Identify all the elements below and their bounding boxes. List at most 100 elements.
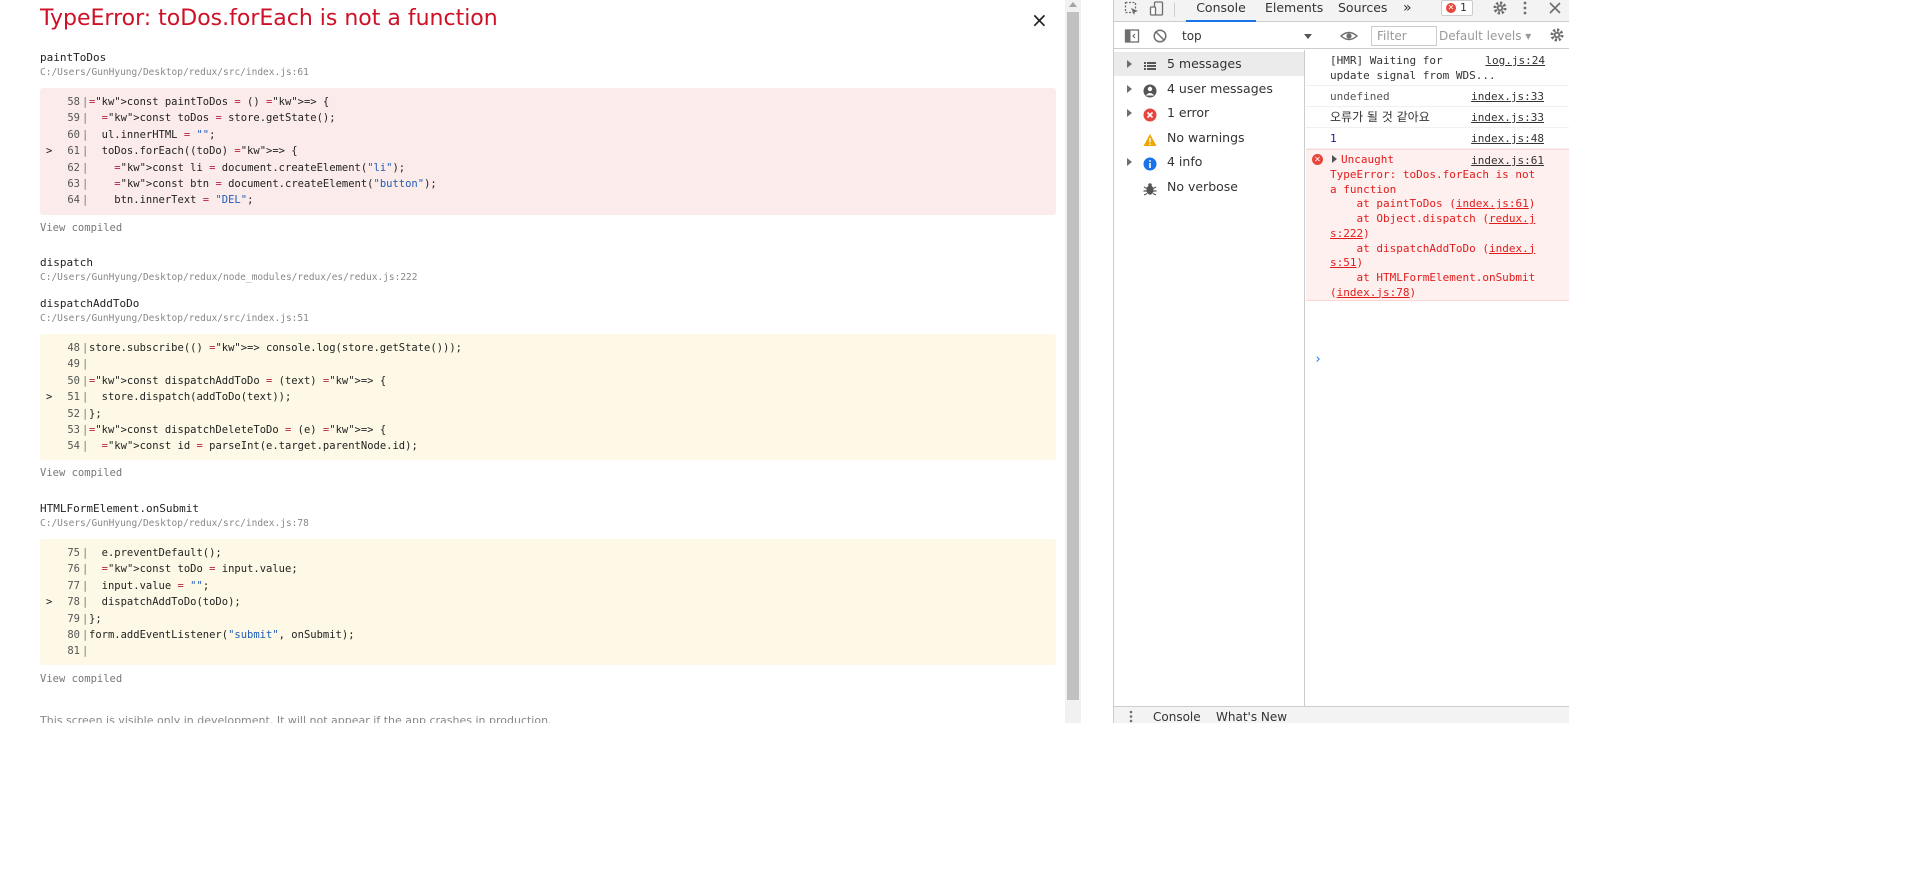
error-icon	[1143, 106, 1157, 122]
sidebar-item-user-messages[interactable]: 4 user messages	[1114, 77, 1304, 101]
view-compiled-link[interactable]: View compiled	[40, 222, 122, 234]
code-line: 62 | ="kw">const li = document.createElem…	[40, 160, 1056, 176]
view-compiled-link[interactable]: View compiled	[40, 673, 122, 685]
scroll-up-arrow-icon[interactable]	[1069, 2, 1077, 7]
error-stack-line[interactable]: at HTMLFormElement.onSubmit	[1330, 271, 1535, 286]
sidebar-item-messages[interactable]: 5 messages	[1114, 52, 1304, 76]
gutter-separator: |	[82, 358, 89, 371]
console-messages: [HMR] Waiting for update signal from WDS…	[1306, 50, 1569, 706]
sidebar-item-warnings[interactable]: No warnings	[1114, 126, 1304, 150]
code-text: ="kw">const dispatchAddToDo = (text) ="k…	[89, 374, 387, 387]
filter-input[interactable]	[1371, 26, 1437, 46]
gutter-separator: |	[82, 612, 89, 625]
sidebar-item-errors[interactable]: 1 error	[1114, 101, 1304, 125]
line-number: 64	[67, 194, 80, 207]
gutter-separator: |	[82, 342, 89, 354]
close-overlay-button[interactable]: ×	[1031, 9, 1048, 31]
gutter-separator: |	[82, 440, 89, 453]
code-line: 60 | ul.innerHTML = "";	[40, 127, 1056, 143]
code-text: ul.innerHTML = "";	[89, 128, 216, 141]
context-selector[interactable]: top	[1182, 26, 1314, 46]
sidebar-item-info[interactable]: 4 info	[1114, 150, 1304, 174]
inspect-element-icon[interactable]	[1124, 1, 1140, 21]
settings-gear-icon[interactable]	[1492, 0, 1508, 20]
error-stack-line[interactable]: s:51)	[1330, 256, 1363, 271]
line-number: 78	[67, 596, 80, 609]
message-source-link[interactable]: index.js:33	[1471, 89, 1544, 104]
drawer-tab-console[interactable]: Console	[1153, 710, 1201, 724]
show-sidebar-icon[interactable]	[1124, 28, 1140, 48]
view-compiled-link[interactable]: View compiled	[40, 467, 122, 479]
line-number: 61	[67, 145, 80, 158]
code-line: 79 |};	[40, 611, 1056, 627]
code-text: ="kw">const paintToDos = () ="kw">=> {	[89, 96, 330, 108]
more-tabs-button[interactable]: »	[1403, 0, 1412, 22]
stack-frame-path: C:/Users/GunHyung/Desktop/redux/src/inde…	[40, 313, 309, 324]
error-overlay: TypeError: toDos.forEach is not a functi…	[0, 0, 1065, 723]
expand-arrow-icon	[1127, 109, 1132, 117]
gutter-separator: |	[82, 96, 89, 108]
gutter-separator: |	[82, 628, 89, 641]
code-text: ="kw">const li = document.createElement(…	[114, 161, 406, 174]
sidebar-item-label: 1 error	[1167, 105, 1210, 120]
console-settings-gear-icon[interactable]	[1549, 27, 1565, 47]
close-devtools-icon[interactable]	[1548, 0, 1562, 20]
gutter-separator: |	[82, 194, 89, 207]
console-prompt[interactable]: ›	[1314, 352, 1322, 367]
message-source-link[interactable]: index.js:48	[1471, 131, 1544, 146]
message-source-link[interactable]: index.js:33	[1471, 110, 1544, 125]
error-stack-line[interactable]: at Object.dispatch (redux.j	[1330, 212, 1535, 227]
gutter-separator: |	[82, 645, 89, 658]
gutter-separator: |	[82, 407, 89, 420]
clear-console-icon[interactable]	[1152, 28, 1168, 48]
sidebar-item-label: 5 messages	[1167, 56, 1242, 71]
code-line: 52 |};	[40, 406, 1056, 422]
console-toolbar: top Default levels ▾	[1114, 23, 1569, 49]
message-text: [HMR] Waiting for update signal from WDS…	[1330, 54, 1496, 82]
code-line: 77 | input.value = "";	[40, 578, 1056, 594]
drawer-menu-kebab-icon[interactable]	[1128, 709, 1134, 727]
line-number: 80	[67, 628, 80, 641]
code-text: };	[89, 407, 102, 420]
message-source-link[interactable]: log.js:24	[1485, 53, 1545, 68]
user-icon	[1143, 82, 1157, 98]
error-stack-line[interactable]: at dispatchAddToDo (index.j	[1330, 242, 1535, 257]
error-stack-line[interactable]: (index.js:78)	[1330, 286, 1416, 301]
code-line: 64 | btn.innerText = "DEL";	[40, 192, 1056, 208]
error-icon: ✕	[1446, 3, 1456, 13]
devtools-panel: Console Elements Sources » ✕ 1 top Filte…	[1113, 0, 1569, 724]
live-expression-eye-icon[interactable]	[1339, 28, 1359, 48]
sidebar-item-label: No verbose	[1167, 179, 1238, 194]
code-text: store.dispatch(addToDo(text));	[89, 391, 292, 404]
error-count-badge[interactable]: ✕ 1	[1441, 0, 1473, 16]
expand-arrow-icon	[1127, 60, 1132, 68]
devtools-drawer: Console What's New	[1114, 706, 1569, 724]
scrollbar-thumb[interactable]	[1067, 12, 1079, 700]
code-line: 50 | ="kw">const dispatchAddToDo = (text) …	[40, 373, 1056, 389]
drawer-tab-whats-new[interactable]: What's New	[1216, 710, 1287, 724]
code-line: 53 | ="kw">const dispatchDeleteToDo = (e) …	[40, 422, 1056, 438]
tab-elements[interactable]: Elements	[1265, 0, 1323, 22]
line-number: 63	[67, 177, 80, 190]
devtools-tabbar: Console Elements Sources » ✕ 1	[1114, 0, 1569, 22]
error-stack-line[interactable]: at paintToDos (index.js:61)	[1330, 197, 1535, 212]
code-text: btn.innerText = "DEL";	[89, 194, 254, 207]
code-snippet: 75 | e.preventDefault(); 76 | ="kw">const t…	[40, 539, 1056, 665]
sidebar-item-verbose[interactable]: No verbose	[1114, 175, 1304, 199]
code-line: 80 | form.addEventListener("submit", onSub…	[40, 627, 1056, 643]
line-number: 62	[67, 161, 80, 174]
log-levels-dropdown[interactable]: Default levels ▾	[1439, 26, 1533, 46]
message-source-link[interactable]: index.js:61	[1471, 153, 1544, 168]
tab-console[interactable]: Console	[1186, 0, 1256, 22]
more-options-kebab-icon[interactable]	[1522, 0, 1528, 20]
error-stack-line[interactable]: s:222)	[1330, 227, 1370, 242]
gutter-separator: |	[82, 161, 89, 174]
line-number: 81	[67, 645, 80, 658]
console-message: 오류가 될 것 같아요 index.js:33	[1306, 107, 1569, 128]
overlay-scrollbar[interactable]	[1065, 0, 1081, 723]
tab-sources[interactable]: Sources	[1338, 0, 1387, 22]
expand-arrow-icon[interactable]	[1332, 155, 1337, 163]
console-error-message[interactable]: ✕ Uncaught index.js:61 TypeError: toDos.…	[1306, 149, 1569, 301]
gutter-separator: |	[82, 579, 89, 592]
device-toolbar-icon[interactable]	[1149, 1, 1165, 21]
